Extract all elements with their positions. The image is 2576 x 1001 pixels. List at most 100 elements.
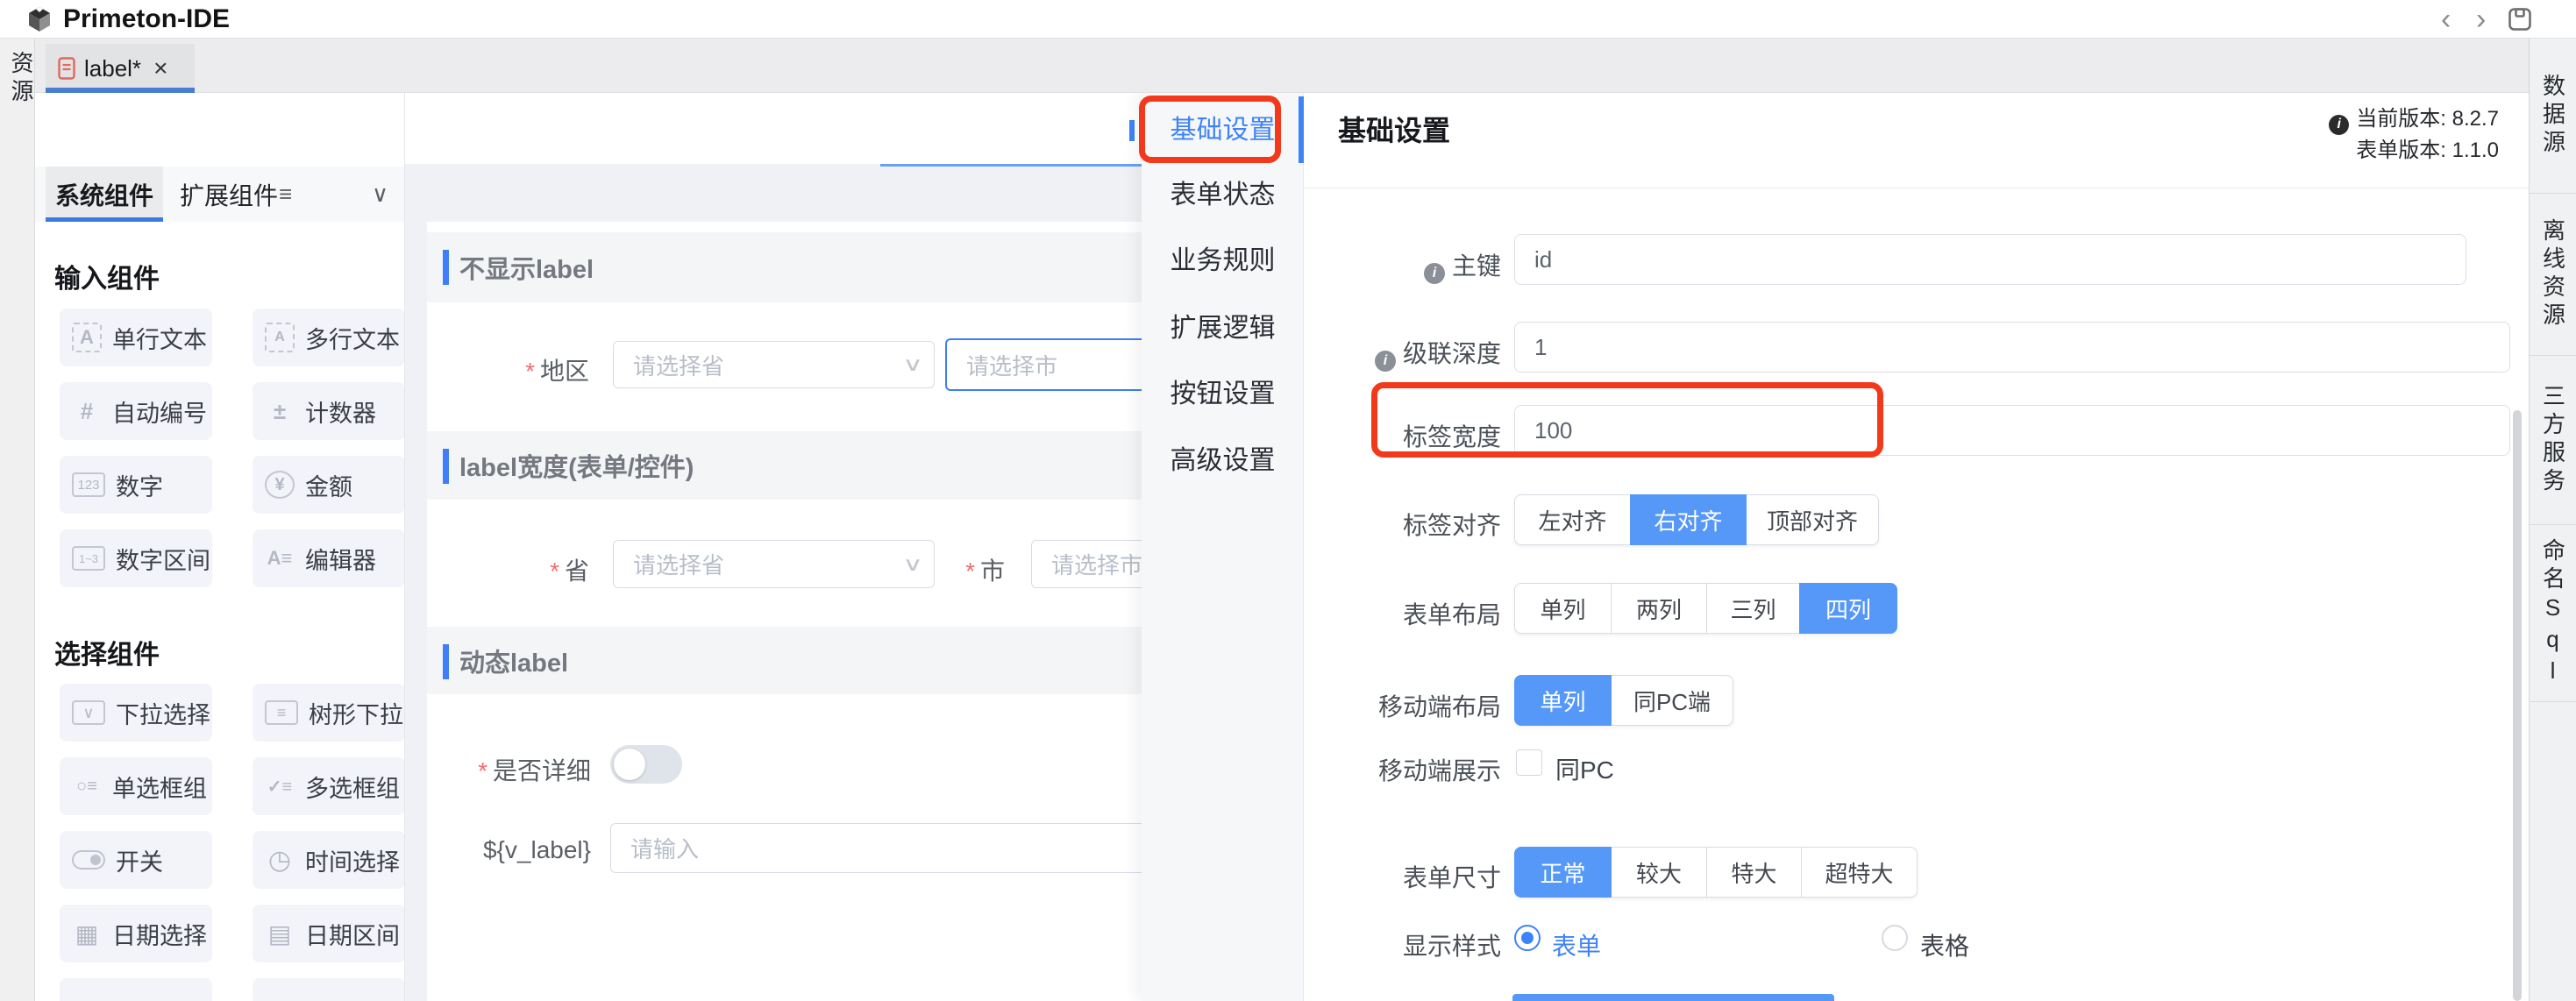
component-panel: 系统组件 扩展组件 ≡ ∨ 输入组件 A 单行文本 A 多行文本 # 自动编号 … bbox=[35, 93, 405, 1001]
nav-forward-icon[interactable]: › bbox=[2476, 2, 2486, 37]
info-icon: i bbox=[1375, 351, 1396, 372]
mobile-one-col-active[interactable]: 单列 bbox=[1514, 675, 1612, 726]
right-rail-item-data-source[interactable]: 数据源 bbox=[2530, 39, 2576, 194]
same-as-pc-checkbox[interactable] bbox=[1516, 749, 1542, 776]
component-card-partial[interactable] bbox=[253, 978, 405, 1001]
date-range-icon: ▤ bbox=[265, 919, 295, 948]
right-rail-item-third-party-services[interactable]: 三方服务 bbox=[2530, 356, 2576, 525]
auto-number-icon: # bbox=[72, 396, 102, 426]
editor-icon: A≡ bbox=[265, 543, 295, 573]
left-rail-item-resources[interactable]: 资源 bbox=[5, 51, 38, 107]
province-select[interactable]: 请选择省 ∨ bbox=[613, 540, 935, 588]
partially-visible-control bbox=[1512, 994, 1834, 1001]
tab-close-icon[interactable]: × bbox=[153, 54, 167, 82]
size-xlarge[interactable]: 特大 bbox=[1706, 847, 1802, 898]
chevron-down-icon: ∨ bbox=[902, 553, 923, 576]
required-asterisk: * bbox=[525, 358, 535, 385]
component-switch[interactable]: 开关 bbox=[60, 831, 212, 889]
mobile-same-as-pc[interactable]: 同PC端 bbox=[1611, 675, 1733, 726]
current-version: 当前版本: 8.2.7 bbox=[2356, 107, 2499, 131]
save-icon[interactable] bbox=[2508, 7, 2532, 32]
mobile-display-label: 移动端展示 bbox=[1273, 752, 1501, 787]
primary-key-label: i主键 bbox=[1273, 247, 1501, 284]
component-counter[interactable]: ± 计数器 bbox=[253, 382, 405, 440]
annotation-box-basic-settings bbox=[1139, 96, 1281, 163]
display-style-table-radio[interactable] bbox=[1882, 925, 1908, 951]
canvas-selection-top-border bbox=[880, 164, 1142, 167]
nav-back-icon[interactable]: ‹ bbox=[2441, 2, 2451, 37]
component-single-line-text[interactable]: A 单行文本 bbox=[60, 309, 212, 366]
field-label-province: *省 bbox=[517, 552, 589, 587]
section-accent-bar bbox=[443, 644, 449, 679]
cascade-depth-input[interactable] bbox=[1514, 322, 2510, 373]
component-radio-group[interactable]: ○≡ 单选框组 bbox=[60, 757, 212, 815]
layout-three-col[interactable]: 三列 bbox=[1706, 583, 1800, 634]
display-style-table-label: 表格 bbox=[1920, 927, 1969, 962]
component-filter-icon[interactable]: ≡ bbox=[279, 181, 292, 208]
detail-toggle-off[interactable] bbox=[610, 745, 682, 784]
field-label-region: *地区 bbox=[473, 352, 589, 387]
align-top-option[interactable]: 顶部对齐 bbox=[1746, 494, 1879, 545]
menu-item-button-settings[interactable]: 按钮设置 bbox=[1142, 378, 1304, 411]
component-multi-line-text[interactable]: A 多行文本 bbox=[253, 309, 405, 366]
occluded-toolbar-fragment bbox=[1129, 120, 1135, 141]
layout-two-col[interactable]: 两列 bbox=[1611, 583, 1707, 634]
editor-tab-label[interactable]: label* × bbox=[46, 44, 195, 93]
select-placeholder: 请选择省 bbox=[633, 548, 906, 580]
right-rail-item-named-sql[interactable]: 命名Sql bbox=[2530, 525, 2576, 702]
right-rail-item-offline-resources[interactable]: 离线资源 bbox=[2530, 194, 2576, 356]
size-large[interactable]: 较大 bbox=[1611, 847, 1707, 898]
layout-one-col[interactable]: 单列 bbox=[1514, 583, 1612, 634]
size-normal-active[interactable]: 正常 bbox=[1514, 847, 1612, 898]
component-card-partial[interactable] bbox=[60, 978, 212, 1001]
app-logo-cube-icon bbox=[26, 6, 53, 32]
dropdown-select-icon: ∨ bbox=[72, 700, 105, 725]
component-amount[interactable]: ¥ 金额 bbox=[253, 456, 405, 514]
layout-four-col-active[interactable]: 四列 bbox=[1799, 583, 1897, 634]
tab-system-components[interactable]: 系统组件 bbox=[46, 167, 163, 222]
menu-item-form-state[interactable]: 表单状态 bbox=[1142, 179, 1304, 212]
toggle-knob bbox=[614, 749, 645, 780]
panel-tab-underline bbox=[46, 217, 163, 222]
annotation-box-label-width bbox=[1371, 382, 1883, 458]
required-asterisk: * bbox=[550, 557, 559, 585]
display-style-form-radio-selected[interactable] bbox=[1514, 925, 1541, 951]
component-date-picker[interactable]: ▦ 日期选择 bbox=[60, 905, 212, 962]
form-size-segmented: 正常 较大 特大 超特大 bbox=[1514, 847, 1918, 898]
region-province-select[interactable]: 请选择省 ∨ bbox=[613, 341, 935, 388]
tab-extended-components[interactable]: 扩展组件 bbox=[172, 167, 286, 222]
component-tree-dropdown[interactable]: ≡ 树形下拉 bbox=[253, 684, 405, 742]
settings-scrollbar-thumb[interactable] bbox=[2513, 410, 2522, 1001]
primary-key-input[interactable] bbox=[1514, 234, 2466, 285]
section-title: 动态label bbox=[459, 627, 568, 694]
checkbox-group-icon: ✓≡ bbox=[265, 771, 295, 801]
editor-tab-title: label* bbox=[84, 55, 141, 82]
app-title: Primeton-IDE bbox=[63, 0, 230, 39]
same-as-pc-checkbox-label: 同PC bbox=[1555, 751, 1614, 786]
section-input-components: 输入组件 bbox=[54, 257, 160, 295]
component-auto-number[interactable]: # 自动编号 bbox=[60, 382, 212, 440]
component-checkbox-group[interactable]: ✓≡ 多选框组 bbox=[253, 757, 405, 815]
component-time-picker[interactable]: ◷ 时间选择 bbox=[253, 831, 405, 889]
editor-tabbar bbox=[35, 39, 2529, 93]
align-left-option[interactable]: 左对齐 bbox=[1514, 494, 1631, 545]
component-number[interactable]: 123 数字 bbox=[60, 456, 212, 514]
info-icon: i bbox=[1424, 263, 1445, 284]
info-icon: i bbox=[2329, 115, 2349, 135]
version-info: i 当前版本: 8.2.7 表单版本: 1.1.0 bbox=[2329, 103, 2499, 167]
label-align-label: 标签对齐 bbox=[1273, 507, 1501, 542]
right-rail: 数据源 离线资源 三方服务 命名Sql bbox=[2529, 39, 2576, 1001]
component-number-range[interactable]: 1~3 数字区间 bbox=[60, 529, 212, 587]
component-dropdown-select[interactable]: ∨ 下拉选择 bbox=[60, 684, 212, 742]
form-version: 表单版本: 1.1.0 bbox=[2329, 135, 2499, 167]
cascade-depth-label: i级联深度 bbox=[1273, 335, 1501, 372]
form-file-icon bbox=[58, 57, 75, 80]
component-editor[interactable]: A≡ 编辑器 bbox=[253, 529, 405, 587]
size-xxlarge[interactable]: 超特大 bbox=[1801, 847, 1918, 898]
panel-collapse-chevron-icon[interactable]: ∨ bbox=[372, 181, 388, 208]
component-date-range[interactable]: ▤ 日期区间 bbox=[253, 905, 405, 962]
required-asterisk: * bbox=[965, 557, 975, 585]
label-align-segmented: 左对齐 右对齐 顶部对齐 bbox=[1514, 494, 1879, 545]
left-rail: 资源 bbox=[0, 39, 35, 1001]
align-right-option-active[interactable]: 右对齐 bbox=[1630, 494, 1747, 545]
